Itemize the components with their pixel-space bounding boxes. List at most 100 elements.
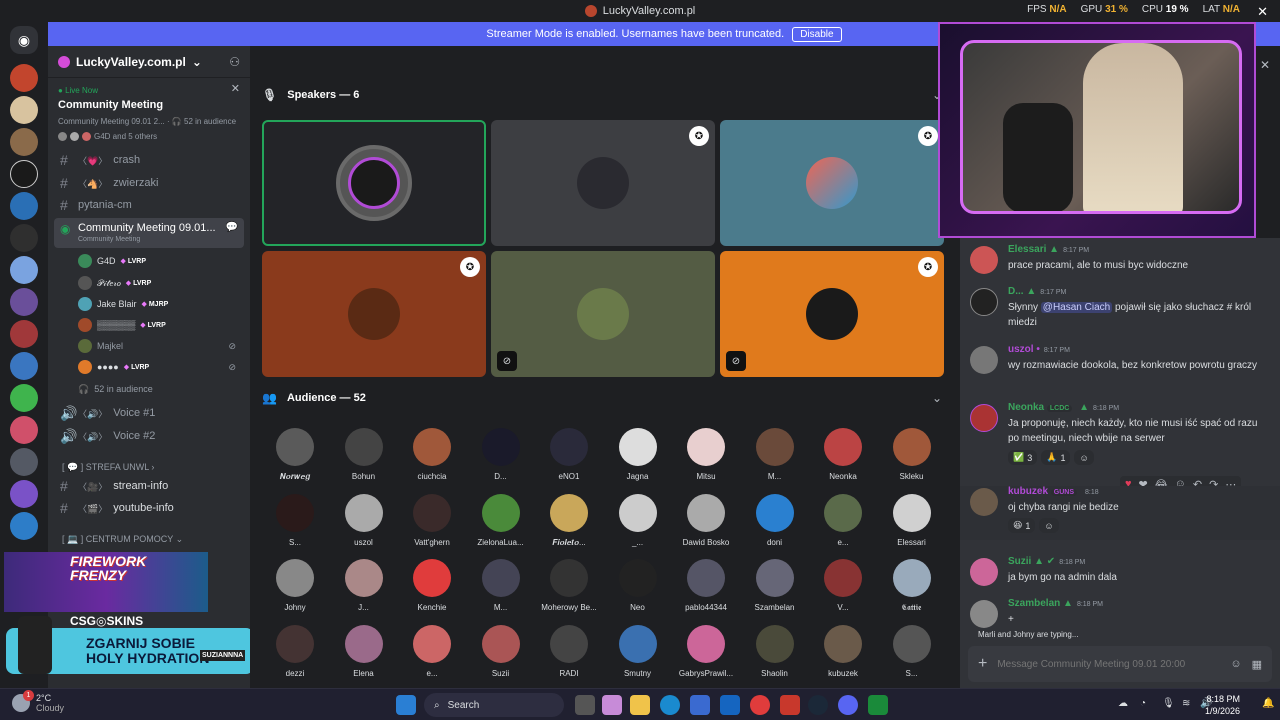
- audience-member[interactable]: M...: [467, 559, 535, 619]
- message-author[interactable]: Szambelan ▲ 8:18 PM: [1008, 598, 1103, 609]
- live-event-card[interactable]: ● Live Now Community Meeting Community M…: [54, 82, 244, 145]
- avatar[interactable]: [970, 600, 998, 628]
- server-icon[interactable]: [10, 96, 38, 124]
- message-author[interactable]: Suzii ▲ ✔ 8:18 PM: [1008, 556, 1085, 567]
- audience-member[interactable]: Elena: [330, 624, 398, 685]
- microphone-icon[interactable]: 🎙: [1162, 698, 1175, 709]
- audience-member[interactable]: GabrysPrawil...: [672, 624, 740, 685]
- server-icon[interactable]: [10, 480, 38, 508]
- audience-member[interactable]: Moherowy Be...: [535, 559, 603, 619]
- avatar[interactable]: [970, 404, 998, 432]
- emoji-icon[interactable]: ☺: [1230, 658, 1241, 670]
- apps-icon[interactable]: ▦: [1252, 658, 1262, 671]
- close-icon[interactable]: ✕: [1260, 58, 1270, 72]
- audience-member[interactable]: _...: [604, 493, 672, 554]
- stage-user[interactable]: G4DLVRP: [78, 252, 244, 270]
- app-icon[interactable]: [868, 695, 888, 715]
- server-icon[interactable]: [10, 512, 38, 540]
- close-icon[interactable]: ✕: [231, 82, 240, 95]
- speaker-tile[interactable]: ✪ ⊘: [720, 251, 944, 377]
- audience-member[interactable]: J...: [330, 559, 398, 619]
- channel-stream-info[interactable]: # 〈🎥〉 stream-info: [54, 476, 244, 496]
- reaction-check[interactable]: ✅ 3: [1008, 450, 1038, 465]
- audience-member[interactable]: e...: [398, 624, 466, 685]
- audience-member[interactable]: Shaolin: [741, 624, 809, 685]
- audience-member[interactable]: ciuchcia: [398, 428, 466, 488]
- server-icon[interactable]: [10, 192, 38, 220]
- stage-user[interactable]: Majkel ⊘: [78, 337, 244, 355]
- audience-member[interactable]: Dawid Bosko: [672, 493, 740, 554]
- add-attachment-icon[interactable]: +: [978, 655, 987, 673]
- chat-message[interactable]: kubuzek GUNS 8:18 oj chyba rangi nie bedi…: [960, 486, 1280, 540]
- stage-user[interactable]: ●●●●LVRP⊘: [78, 358, 244, 376]
- server-header[interactable]: LuckyValley.com.pl ⌄ ⚇: [48, 46, 250, 78]
- server-icon[interactable]: [10, 256, 38, 284]
- app-icon[interactable]: [780, 695, 800, 715]
- close-icon[interactable]: ✕: [1257, 4, 1268, 20]
- add-reaction-icon[interactable]: ☺: [1074, 450, 1094, 465]
- audience-member[interactable]: 𝑭𝒊𝒐𝒍𝒆𝒕𝒐...: [535, 493, 603, 554]
- audience-member[interactable]: Szambelan: [741, 559, 809, 619]
- audience-member[interactable]: Suzii: [467, 624, 535, 685]
- chevron-down-icon[interactable]: ⌄: [932, 391, 942, 405]
- audience-member[interactable]: ZielonaLua...: [467, 493, 535, 554]
- avatar[interactable]: [970, 288, 998, 316]
- disable-button[interactable]: Disable: [792, 26, 842, 42]
- chat-icon[interactable]: 💬: [226, 222, 238, 233]
- reaction-pray[interactable]: 🙏 1: [1041, 450, 1071, 465]
- audience-member[interactable]: uszol: [330, 493, 398, 554]
- server-icon[interactable]: [10, 320, 38, 348]
- message-author[interactable]: uszol • 8:17 PM: [1008, 344, 1070, 355]
- add-member-icon[interactable]: ⚇: [229, 55, 240, 69]
- audience-member[interactable]: kubuzek: [809, 624, 877, 685]
- audience-count[interactable]: 🎧 52 in audience: [78, 380, 244, 398]
- server-icon[interactable]: [10, 288, 38, 316]
- reaction-laugh[interactable]: 😆 1: [1008, 518, 1036, 533]
- edge-icon[interactable]: [660, 695, 680, 715]
- audience-member[interactable]: S...: [261, 493, 329, 554]
- server-icon[interactable]: [10, 160, 38, 188]
- audience-member[interactable]: RADI: [535, 624, 603, 685]
- user-mention[interactable]: @Hasan Ciach: [1040, 302, 1113, 313]
- channel-youtube-info[interactable]: # 〈🎬〉 youtube-info: [54, 498, 244, 518]
- audience-member[interactable]: e...: [809, 493, 877, 554]
- audience-member[interactable]: 𝕮𝖆𝖙𝖙𝖎𝖊: [878, 559, 946, 619]
- stage-user[interactable]: ▒▒▒▒▒▒LVRP: [78, 316, 244, 334]
- channel-zwierzaki[interactable]: # 〈🐴〉 zwierzaki: [54, 173, 244, 193]
- category-centrum[interactable]: [ 💻 ] CENTRUM POMOCY ⌄: [62, 534, 183, 545]
- speaker-tile[interactable]: ⊘: [491, 251, 715, 377]
- audience-member[interactable]: S...: [878, 624, 946, 685]
- store-icon[interactable]: [690, 695, 710, 715]
- notification-icon[interactable]: 🔔: [1262, 698, 1274, 709]
- speaker-tile[interactable]: ✪: [491, 120, 715, 246]
- audience-member[interactable]: Neonka: [809, 428, 877, 488]
- wifi-icon[interactable]: ≋: [1182, 698, 1190, 709]
- avatar[interactable]: [970, 488, 998, 516]
- file-explorer-icon[interactable]: [630, 695, 650, 715]
- server-icon[interactable]: [10, 128, 38, 156]
- message-input[interactable]: [997, 658, 1221, 670]
- audience-member[interactable]: V...: [809, 559, 877, 619]
- tray-icon[interactable]: ◔: [1140, 698, 1146, 709]
- copilot-icon[interactable]: [602, 695, 622, 715]
- discord-home-icon[interactable]: ◉: [10, 26, 38, 54]
- audience-member[interactable]: D...: [467, 428, 535, 488]
- audience-member[interactable]: Smutny: [604, 624, 672, 685]
- discord-icon[interactable]: [838, 695, 858, 715]
- audience-member[interactable]: Vatt'ghern: [398, 493, 466, 554]
- audience-member[interactable]: Neo: [604, 559, 672, 619]
- message-author[interactable]: D... ▲ 8:17 PM: [1008, 286, 1066, 297]
- audience-member[interactable]: dezzi: [261, 624, 329, 685]
- video-popout[interactable]: [938, 22, 1256, 238]
- tray-icon[interactable]: ☁: [1118, 698, 1128, 709]
- avatar[interactable]: [970, 346, 998, 374]
- avatar[interactable]: [970, 558, 998, 586]
- speaker-tile[interactable]: ✪: [262, 251, 486, 377]
- speaker-tile[interactable]: [262, 120, 486, 246]
- steam-icon[interactable]: [808, 695, 828, 715]
- clock[interactable]: 8:18 PM 1/9/2026: [1205, 693, 1240, 717]
- voice-channel-2[interactable]: 🔊 〈🔊〉 Voice #2: [54, 426, 244, 446]
- channel-crash[interactable]: # 〈💗〉 crash: [54, 150, 244, 170]
- server-icon[interactable]: [10, 224, 38, 252]
- ad-overlay[interactable]: FIREWORK FRENZY CSG◎SKINS ZGARNIJ SOBIE HO…: [0, 552, 256, 676]
